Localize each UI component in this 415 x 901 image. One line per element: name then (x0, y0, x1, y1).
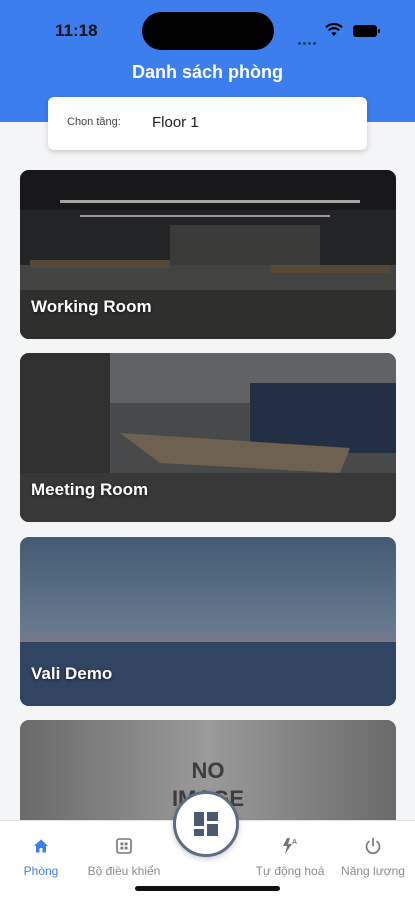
room-name: Vali Demo (31, 664, 113, 683)
room-name: Meeting Room (31, 480, 149, 499)
room-card-vali-demo[interactable]: Vali Demo (20, 537, 396, 706)
battery-icon (353, 25, 380, 37)
home-indicator (135, 886, 280, 891)
tab-label: Bộ điều khiển (87, 864, 161, 878)
svg-text:A: A (292, 839, 297, 846)
home-icon (34, 839, 48, 853)
cellular-signal-icon (298, 32, 318, 45)
dashboard-icon (194, 812, 218, 836)
tab-label: Tự động hoá (255, 864, 325, 878)
no-image-line1: NO (191, 758, 225, 783)
automation-icon: A (283, 838, 297, 854)
tab-label: Năng lượng (341, 864, 405, 878)
room-card-working-room[interactable]: Working Room (20, 170, 396, 339)
floor-label: Chọn tầng: (67, 116, 121, 128)
tab-nang-luong[interactable]: Năng lượng (328, 837, 415, 880)
tab-bo-dieu-khien[interactable]: Bộ điều khiển (79, 837, 169, 880)
dashboard-button[interactable] (173, 791, 239, 857)
room-name: Working Room (31, 297, 152, 316)
tab-phong[interactable]: Phòng (0, 837, 86, 880)
page-title: Danh sách phòng (131, 62, 283, 82)
floor-value[interactable]: Floor 1 (152, 114, 199, 131)
tab-label: Phòng (23, 864, 59, 878)
status-time: 11:18 (55, 21, 98, 40)
tab-tu-dong-hoa[interactable]: A Tự động hoá (245, 837, 335, 880)
controller-icon (116, 838, 132, 854)
wifi-icon (325, 23, 343, 36)
power-icon (365, 837, 381, 854)
dynamic-island (142, 12, 274, 50)
room-card-meeting-room[interactable]: Meeting Room (20, 353, 396, 522)
floor-selector[interactable]: Chọn tầng: Floor 1 (48, 97, 367, 150)
